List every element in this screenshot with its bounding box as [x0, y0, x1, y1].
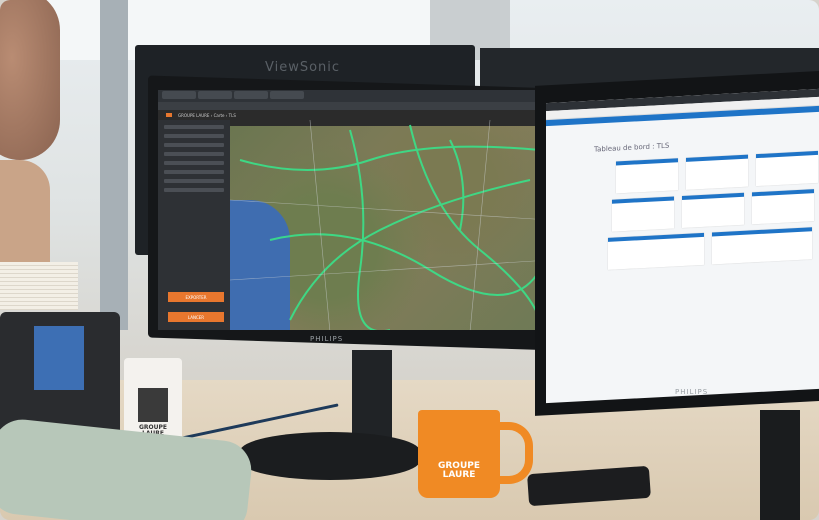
app-breadcrumb: GROUPE LAURE › Carte › TLS: [178, 112, 236, 118]
dashboard-tile: [686, 154, 748, 190]
window-frame: [100, 0, 128, 330]
app-sidebar: EXPORTER LANCER: [158, 120, 230, 330]
office-photo: ViewSonic GROUPE LAURE › Carte › TLS EXP…: [0, 0, 819, 520]
paper-stack: [0, 262, 78, 310]
sidebar-line: [164, 179, 224, 183]
dashboard-title: Tableau de bord : TLS: [594, 141, 670, 154]
orange-mug-text: GROUPE LAURE: [437, 461, 481, 480]
main-monitor-brand: PHILIPS: [310, 335, 344, 343]
dashboard-tile: [682, 192, 744, 229]
browser-tabs: [158, 90, 550, 102]
sidebar-line: [164, 143, 224, 147]
sidebar-line: [164, 125, 224, 129]
person-head: [0, 0, 60, 160]
dashboard-tile: [756, 150, 818, 187]
browser-tab: [198, 91, 232, 99]
sidebar-line: [164, 170, 224, 174]
right-monitor-screen: Tableau de bord : TLS: [546, 88, 819, 404]
browser-address-bar: [158, 102, 550, 110]
white-cup-logo: [138, 388, 168, 422]
dashboard-tile: [712, 227, 812, 265]
browser-tab: [234, 91, 268, 99]
dashboard-tile: [612, 196, 674, 232]
sidebar-line: [164, 161, 224, 165]
app-header: GROUPE LAURE › Carte › TLS: [158, 110, 550, 120]
main-monitor-base: [240, 432, 420, 480]
rear-monitor-brand: ViewSonic: [265, 60, 341, 75]
sidebar-line: [164, 134, 224, 138]
desk-phone-screen: [34, 326, 84, 390]
orange-mug: [418, 410, 500, 498]
main-monitor-screen: GROUPE LAURE › Carte › TLS EXPORTER LANC…: [158, 90, 550, 330]
app-body: EXPORTER LANCER: [158, 120, 550, 330]
sidebar-line: [164, 188, 224, 192]
dashboard-tile: [616, 158, 678, 194]
dashboard-tile: [752, 189, 814, 225]
browser-tab: [270, 91, 304, 99]
app-logo-icon: [166, 113, 172, 117]
dashboard-tile: [608, 232, 704, 270]
sidebar-line: [164, 152, 224, 156]
map-roads: [230, 120, 550, 330]
sidebar-button-launch: LANCER: [168, 312, 224, 322]
road-map: [230, 120, 550, 330]
browser-tab: [162, 91, 196, 99]
right-monitor-brand: PHILIPS: [675, 388, 709, 396]
right-monitor-stand: [760, 410, 800, 520]
sidebar-button-export: EXPORTER: [168, 292, 224, 302]
